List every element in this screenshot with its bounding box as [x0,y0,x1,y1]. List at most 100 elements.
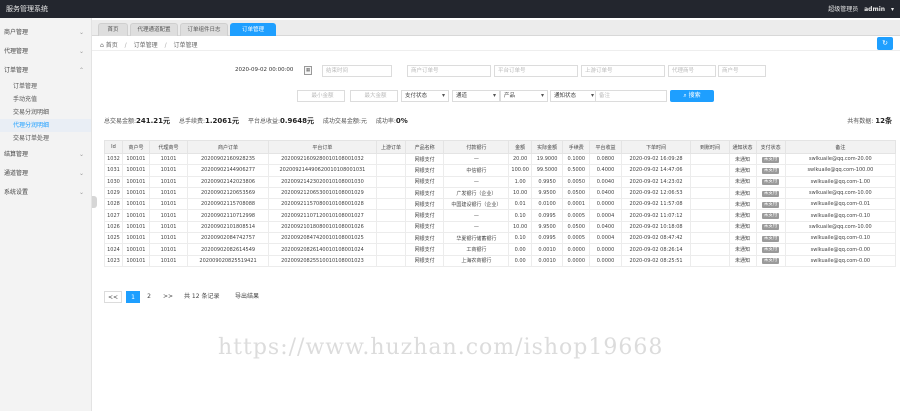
first-page-button[interactable]: << [104,291,122,303]
status-badge: 未支付 [761,190,780,197]
table-cell: 100101 [121,254,150,267]
table-cell: 0.0995 [530,209,564,222]
sidebar-item-trade-profit[interactable]: 交易分润明细 [0,106,91,119]
table-cell [375,152,407,166]
table-row[interactable]: 1028 100101 10101 20200902115708​088 2020092… [104,198,897,211]
page-2-button[interactable]: 2 [142,291,156,303]
page-1-button[interactable]: 1 [126,291,140,303]
sidebar-group-agent[interactable]: 代理管理 ⌄ [0,42,91,61]
sidebar-group-merchant[interactable]: 商户管理 ⌄ [0,23,91,42]
remark-input[interactable]: 备注 [595,90,667,102]
sidebar-group-settlement[interactable]: 结算管理 ⌄ [0,145,91,164]
refresh-icon: ↻ [882,39,888,47]
table-cell: 未支付 [755,209,786,222]
table-cell: 0.0004 [589,209,622,222]
sidebar-group-system[interactable]: 系统设置 ⌄ [0,183,91,202]
column-header: 商户号 [121,140,150,154]
table-cell: 0.0050 [562,175,591,188]
table-cell: 10101 [148,243,189,256]
merchant-order-input[interactable]: 商户订单号 [407,65,491,77]
table-cell: 0.5000 [562,164,591,177]
table-row[interactable]: 1031 100101 10101 2020090214490627​7 2020092… [104,164,897,177]
chevron-down-icon: ⌄ [78,170,84,177]
calendar-icon[interactable]: ▦ [304,66,312,75]
sidebar-collapse-handle[interactable] [92,196,97,208]
breadcrumb-home[interactable]: 首页 [106,42,118,49]
status-badge: 未支付 [761,179,780,186]
table-cell: 未支付 [755,152,786,166]
merchant-id-input[interactable]: 商户号 [718,65,766,77]
export-button[interactable]: 导出结果 [235,291,259,303]
sidebar-item-order-manage[interactable]: 订单管理 [0,80,91,93]
user-menu-chevron-icon[interactable]: ▾ [891,6,894,13]
start-date-input[interactable]: 2020-09-02 00:00:00 [233,65,303,77]
table-cell: 0.0500 [562,220,591,234]
last-page-button[interactable]: >> [160,291,176,303]
sidebar-item-manual-recharge[interactable]: 手动充值 [0,93,91,106]
end-date-input[interactable]: 结束时间 [322,65,392,77]
notify-status-select[interactable]: 通知状态 ▾ [550,90,598,102]
status-badge: 未支付 [761,213,780,220]
status-badge: 未支付 [761,224,780,231]
table-cell: 2020-09-02 10:18:08 [620,220,692,234]
tab-order-log[interactable]: 订单组件日志 [180,23,228,36]
tab-order-manage[interactable]: 订单管理 [230,23,276,36]
table-cell: 100.00 [508,164,532,177]
table-cell [690,220,730,234]
table-cell: 未通知 [728,232,757,245]
table-cell: 100101 [121,243,150,256]
table-row[interactable]: 1026 100101 10101 20200902101808​514 2020092… [104,220,897,234]
table-cell: 2020-09-02 08:25:51 [620,254,692,267]
pay-status-select[interactable]: 支付状态 ▾ [401,90,449,102]
column-header: 代理商号 [148,140,189,154]
sidebar-item-trade-order-process[interactable]: 交易订单处理 [0,132,91,145]
channel-select[interactable]: 通道 ▾ [452,90,500,102]
table-cell: 未通知 [728,243,757,256]
dropdown-caret-icon: ▾ [441,92,445,99]
table-cell [375,198,407,211]
table-cell: 2020-09-02 14:47:06 [620,164,692,177]
refresh-button[interactable]: ↻ [877,37,893,50]
status-badge: 未支付 [761,156,780,163]
table-cell: 10101 [148,186,189,200]
tab-agent-channel[interactable]: 代理通道配置 [130,23,178,36]
table-row[interactable]: 1027 100101 10101 20200902110712​998 2020092… [104,209,897,222]
column-header: 上游订单 [375,140,407,154]
search-button[interactable]: ⌕ 搜索 [670,90,714,102]
agent-id-input[interactable]: 代理商号 [668,65,716,77]
total-fee: 1.2061元 [205,117,240,125]
table-cell: — [443,175,510,188]
table-cell: 20200902084742​757 [187,232,269,245]
sidebar-group-order[interactable]: 订单管理 ⌃ [0,61,91,80]
table-cell: 2020090214490627​7 [187,164,269,177]
table-row[interactable]: 1023 100101 10101 20200902082551​9421 202009… [104,254,897,267]
table-cell: 2020-09-02 14:23:02 [620,175,692,188]
product-select[interactable]: 产品 ▾ [500,90,548,102]
table-row[interactable]: 1024 100101 10101 20200902082614​549 2020092… [104,243,897,256]
table-cell: 10101 [148,220,189,234]
min-amount-input[interactable]: 最小金额 [297,90,345,102]
table-row[interactable]: 1030 100101 10101 20200902142023806 20200921… [104,175,897,188]
table-row[interactable]: 1025 100101 10101 20200902084742​757 2020092… [104,232,897,245]
upstream-order-input[interactable]: 上游订单号 [581,65,665,77]
breadcrumb-order[interactable]: 订单管理 [134,42,158,49]
table-cell: 2020092120653001010800​1029 [268,186,377,200]
username[interactable]: admin [864,6,885,13]
table-cell [690,198,730,211]
sidebar-item-agent-profit[interactable]: 代理分润明细 [0,119,91,132]
user-area[interactable]: 超级管理员 admin ▾ [824,4,894,13]
table-cell: 10101 [148,175,189,188]
sidebar-group-channel[interactable]: 通道管理 ⌄ [0,164,91,183]
max-amount-input[interactable]: 最大金额 [350,90,398,102]
home-icon: ⌂ [100,42,104,49]
tab-home[interactable]: 首页 [98,23,128,36]
platform-order-input[interactable]: 平台订单号 [494,65,578,77]
table-cell: 未支付 [755,186,786,200]
search-icon: ⌕ [683,92,687,99]
table-row[interactable]: 1032 100101 10101 2020090216092823​5 2020092… [104,152,897,166]
table-cell: 2020092115708001010800​1028 [268,198,377,211]
table-row[interactable]: 1029 100101 10101 20200902120653569 20200921… [104,186,897,200]
table-cell: 10101 [148,164,189,177]
table-cell [690,186,730,200]
table-cell: 网银支付 [405,220,445,234]
